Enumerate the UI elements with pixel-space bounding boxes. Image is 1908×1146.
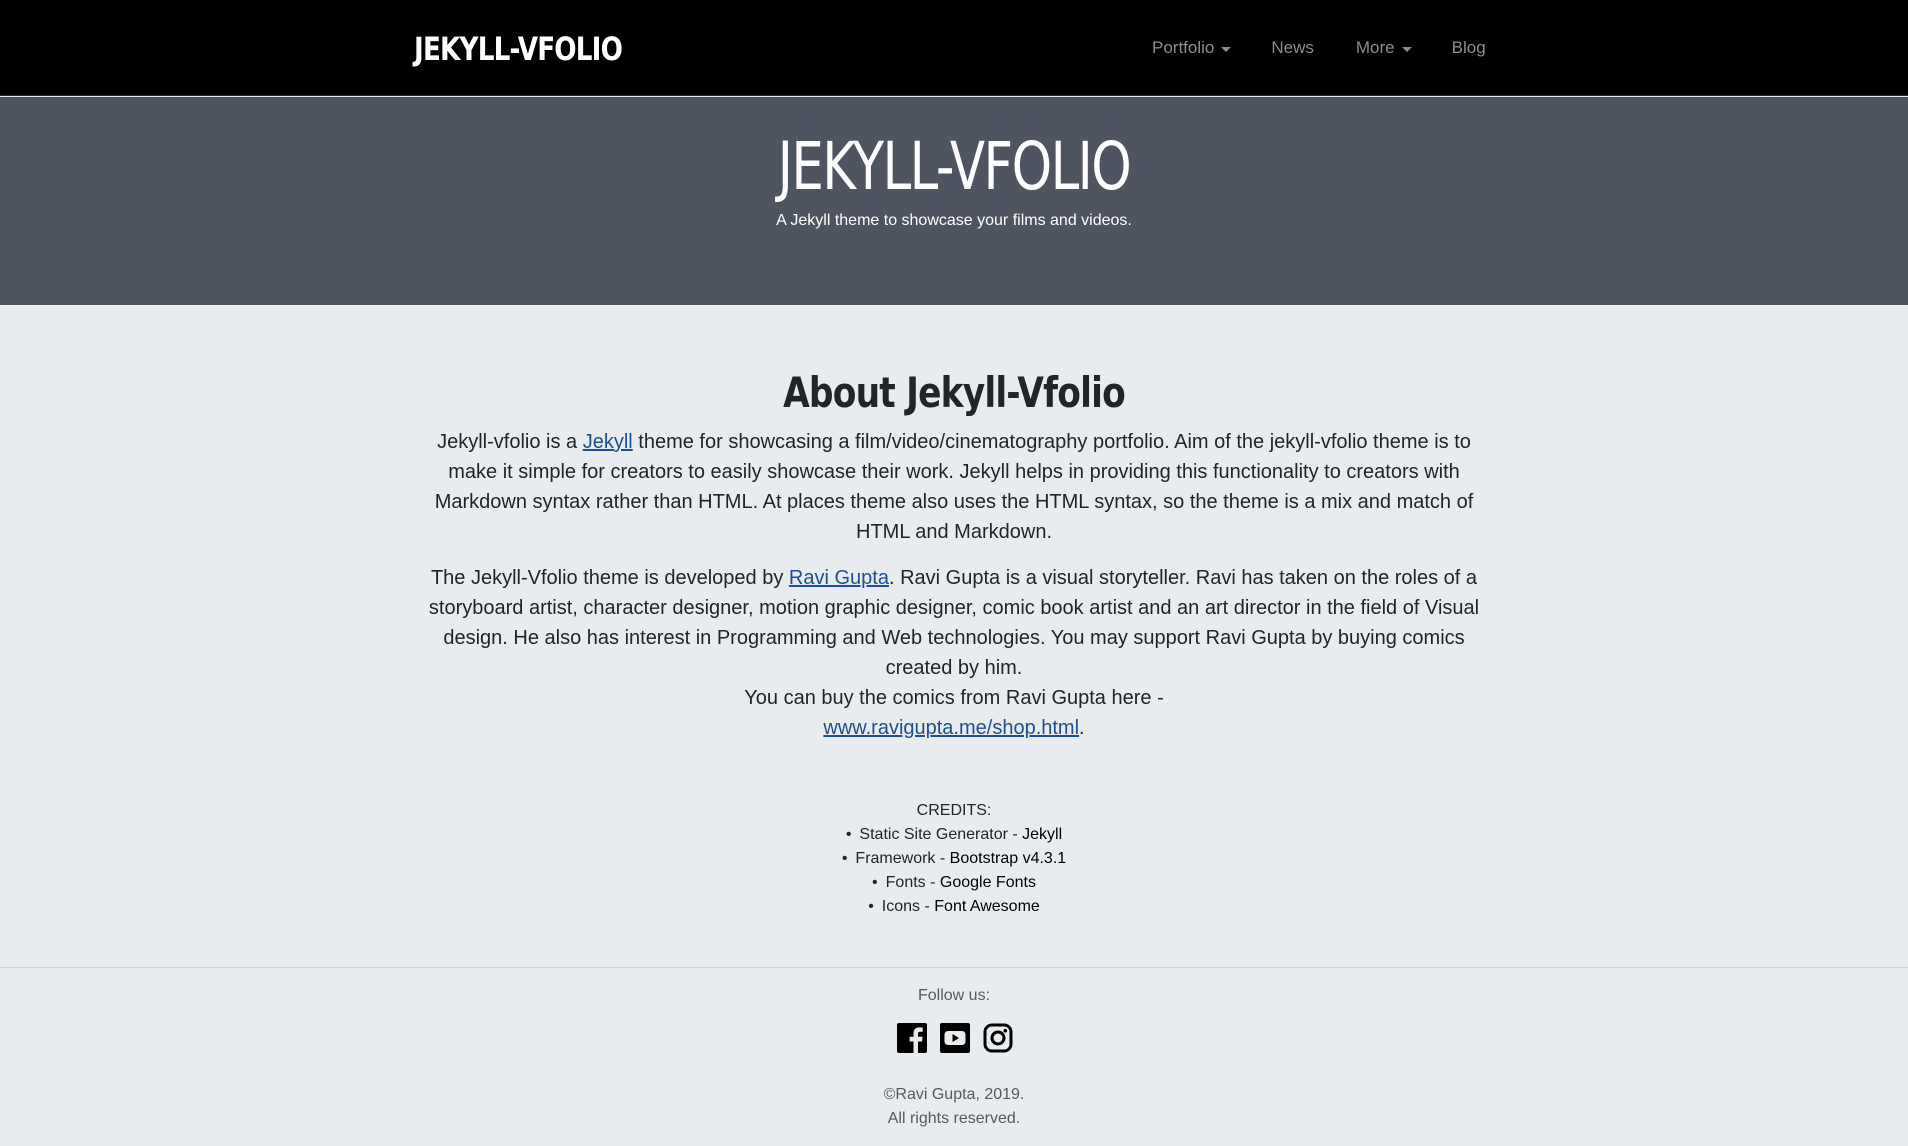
credit-value: Font Awesome (934, 898, 1040, 915)
hero-subtitle: A Jekyll theme to showcase your films an… (776, 212, 1132, 229)
nav-item-label: More (1355, 38, 1395, 57)
credit-item: Framework - Bootstrap v4.3.1 (0, 847, 1908, 871)
nav-item-label: Blog (1451, 38, 1486, 57)
credits-heading: CREDITS: (916, 802, 992, 819)
about-paragraph-author: The Jekyll-Vfolio theme is developed by … (420, 563, 1488, 743)
chevron-down-icon (1401, 46, 1412, 52)
credit-item: Icons - Font Awesome (0, 895, 1908, 919)
navbar-brand[interactable]: JEKYLL-VFOLIO (414, 26, 623, 72)
text-span: . (1079, 717, 1085, 739)
top-navbar: JEKYLL-VFOLIO Portfolio News More Blog (0, 0, 1908, 96)
about-title: About Jekyll-Vfolio (783, 368, 1126, 417)
nav-item-label: Portfolio (1152, 38, 1215, 57)
footer-divider (0, 967, 1908, 968)
nav-item-label: News (1271, 38, 1314, 57)
youtube-icon[interactable] (940, 1023, 970, 1053)
credit-item: Fonts - Google Fonts (0, 871, 1908, 895)
hero-title: JEKYLL-VFOLIO (777, 128, 1132, 205)
about-paragraph-intro: Jekyll-vfolio is a Jekyll theme for show… (420, 427, 1488, 547)
credit-label: Static Site Generator (859, 826, 1008, 843)
nav-item-portfolio[interactable]: Portfolio (1152, 36, 1232, 60)
credits-list: Static Site Generator - Jekyll Framework… (0, 823, 1908, 919)
credits-section: CREDITS: Static Site Generator - Jekyll … (0, 799, 1908, 919)
ravi-gupta-link[interactable]: Ravi Gupta (789, 567, 889, 589)
text-span: Jekyll-vfolio is a (437, 431, 583, 453)
text-span: The Jekyll-Vfolio theme is developed by (430, 567, 789, 589)
credit-value: Bootstrap v4.3.1 (949, 850, 1067, 867)
social-links (897, 1023, 1013, 1053)
nav-item-blog[interactable]: Blog (1452, 36, 1486, 60)
shop-link[interactable]: www.ravigupta.me/shop.html (823, 717, 1079, 739)
copyright: ©Ravi Gupta, 2019. All rights reserved. (0, 1083, 1908, 1131)
credit-separator: - (925, 874, 940, 891)
credit-separator: - (1007, 826, 1023, 843)
about-section: About Jekyll-Vfolio Jekyll-vfolio is a J… (420, 365, 1488, 743)
credit-value: Jekyll (1022, 826, 1063, 843)
rights-line: All rights reserved. (887, 1110, 1021, 1127)
credit-label: Icons (881, 898, 921, 915)
instagram-icon[interactable] (983, 1023, 1013, 1053)
nav-menu: Portfolio News More Blog (1152, 36, 1486, 60)
nav-item-news[interactable]: News (1271, 36, 1314, 60)
credit-label: Fonts (885, 874, 926, 891)
copyright-line: ©Ravi Gupta, 2019. (883, 1086, 1025, 1103)
text-span: You can buy the comics from Ravi Gupta h… (744, 687, 1164, 709)
credit-separator: - (935, 850, 950, 867)
credit-item: Static Site Generator - Jekyll (0, 823, 1908, 847)
nav-item-more[interactable]: More (1356, 36, 1412, 60)
jekyll-link[interactable]: Jekyll (583, 431, 633, 453)
hero-banner: JEKYLL-VFOLIO A Jekyll theme to showcase… (0, 97, 1908, 305)
credit-value: Google Fonts (939, 874, 1036, 891)
facebook-icon[interactable] (897, 1023, 927, 1053)
chevron-down-icon (1221, 46, 1232, 52)
follow-us-label: Follow us: (917, 987, 991, 1004)
credit-label: Framework (855, 850, 936, 867)
credit-separator: - (920, 898, 935, 915)
